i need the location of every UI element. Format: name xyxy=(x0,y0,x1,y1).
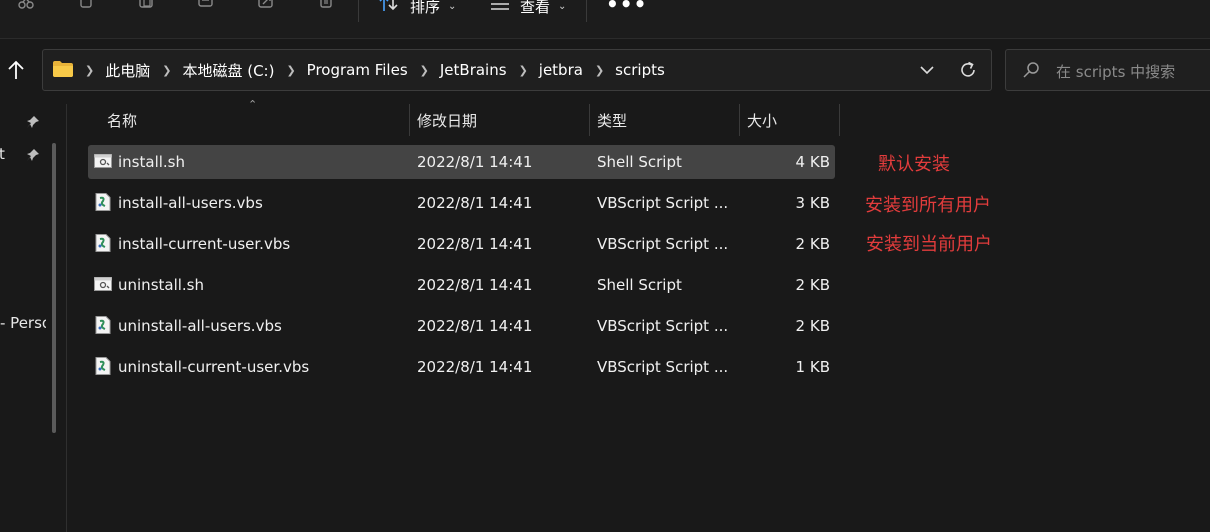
file-date: 2022/8/1 14:41 xyxy=(417,276,533,294)
file-name: uninstall-all-users.vbs xyxy=(118,317,282,335)
sort-label: 排序 xyxy=(410,0,441,16)
annotation-label: 安装到当前用户 xyxy=(866,234,992,255)
file-date: 2022/8/1 14:41 xyxy=(417,317,533,335)
file-row[interactable]: install-all-users.vbs 2022/8/1 14:41 VBScr… xyxy=(88,186,835,220)
file-size: 1 KB xyxy=(795,358,830,376)
file-row[interactable]: install.sh 2022/8/1 14:41 Shell Script 4 KB xyxy=(88,145,835,179)
pin-icon[interactable] xyxy=(26,147,40,166)
nav-scrollbar[interactable] xyxy=(52,143,56,433)
file-type: VBScript Script ... xyxy=(597,358,729,376)
pin-icon[interactable] xyxy=(26,114,40,133)
nav-item-partial[interactable]: t xyxy=(0,145,13,165)
column-header-name[interactable]: 名称 xyxy=(99,104,409,136)
refresh-icon[interactable] xyxy=(958,60,978,84)
shell-script-icon xyxy=(94,152,112,170)
paste-icon[interactable] xyxy=(134,0,158,16)
view-label: 查看 xyxy=(520,0,551,16)
file-size: 2 KB xyxy=(795,276,830,294)
file-type: Shell Script xyxy=(597,276,682,294)
copy-icon[interactable] xyxy=(74,0,98,16)
chevron-right-icon[interactable]: ❯ xyxy=(420,64,429,77)
up-arrow-icon[interactable] xyxy=(4,58,28,82)
vbscript-icon xyxy=(94,316,112,334)
file-name: uninstall-current-user.vbs xyxy=(118,358,310,376)
breadcrumb-item[interactable]: 此电脑 xyxy=(105,60,150,81)
file-type: VBScript Script ... xyxy=(597,235,729,253)
file-name: uninstall.sh xyxy=(118,276,205,294)
delete-icon[interactable] xyxy=(314,0,338,16)
file-date: 2022/8/1 14:41 xyxy=(417,235,533,253)
search-icon xyxy=(1022,61,1040,83)
toolbar-divider xyxy=(358,0,359,22)
breadcrumb-item[interactable]: scripts xyxy=(615,61,665,79)
file-name: install-current-user.vbs xyxy=(118,235,291,253)
file-name: install.sh xyxy=(118,153,185,171)
breadcrumb-item[interactable]: Program Files xyxy=(307,61,408,79)
file-type: VBScript Script ... xyxy=(597,194,729,212)
chevron-down-icon[interactable] xyxy=(919,62,935,82)
file-date: 2022/8/1 14:41 xyxy=(417,153,533,171)
file-size: 2 KB xyxy=(795,317,830,335)
nav-item-partial[interactable]: - Perso xyxy=(0,314,46,334)
file-type: VBScript Script ... xyxy=(597,317,729,335)
file-row[interactable]: uninstall-all-users.vbs 2022/8/1 14:41 VBS… xyxy=(88,309,835,343)
chevron-down-icon: ⌄ xyxy=(448,0,457,12)
search-box[interactable]: 在 scripts 中搜索 xyxy=(1005,49,1210,91)
column-header-date[interactable]: 修改日期 xyxy=(409,104,589,136)
file-row[interactable]: uninstall-current-user.vbs 2022/8/1 14:41… xyxy=(88,350,835,384)
file-type: Shell Script xyxy=(597,153,682,171)
search-placeholder: 在 scripts 中搜索 xyxy=(1056,63,1176,81)
chevron-right-icon[interactable]: ❯ xyxy=(519,64,528,77)
file-name: install-all-users.vbs xyxy=(118,194,263,212)
address-bar[interactable]: ❯ 此电脑 ❯ 本地磁盘 (C:) ❯ Program Files ❯ JetB… xyxy=(42,49,992,91)
file-row[interactable]: uninstall.sh 2022/8/1 14:41 Shell Script 2 … xyxy=(88,268,835,302)
chevron-right-icon[interactable]: ❯ xyxy=(162,64,171,77)
rename-icon[interactable] xyxy=(194,0,218,16)
toolbar-divider xyxy=(586,0,587,22)
view-button[interactable]: 查看 ⌄ xyxy=(490,0,566,16)
more-options-icon[interactable]: ••• xyxy=(606,0,647,16)
folder-icon xyxy=(53,61,73,81)
file-date: 2022/8/1 14:41 xyxy=(417,358,533,376)
breadcrumb-item[interactable]: jetbra xyxy=(539,61,583,79)
sort-icon xyxy=(378,0,400,17)
column-header-size[interactable]: 大小 xyxy=(739,104,839,136)
cut-icon[interactable] xyxy=(14,0,38,16)
chevron-right-icon[interactable]: ❯ xyxy=(286,64,295,77)
vbscript-icon xyxy=(94,193,112,211)
file-row[interactable]: install-current-user.vbs 2022/8/1 14:41 VB… xyxy=(88,227,835,261)
breadcrumb: ❯ 此电脑 ❯ 本地磁盘 (C:) ❯ Program Files ❯ JetB… xyxy=(85,50,665,90)
breadcrumb-item[interactable]: JetBrains xyxy=(440,61,507,79)
vbscript-icon xyxy=(94,357,112,375)
pane-divider xyxy=(66,104,67,532)
column-divider[interactable] xyxy=(839,104,840,136)
column-header-type[interactable]: 类型 xyxy=(589,104,739,136)
annotation-label: 安装到所有用户 xyxy=(865,195,991,216)
vbscript-icon xyxy=(94,234,112,252)
shell-script-icon xyxy=(94,275,112,293)
view-list-icon xyxy=(490,0,510,16)
chevron-right-icon[interactable]: ❯ xyxy=(595,64,604,77)
sort-button[interactable]: 排序 ⌄ xyxy=(378,0,456,16)
file-date: 2022/8/1 14:41 xyxy=(417,194,533,212)
command-bar: 排序 ⌄ 查看 ⌄ ••• xyxy=(0,0,1210,39)
share-icon[interactable] xyxy=(254,0,278,16)
annotation-label: 默认安装 xyxy=(878,154,950,175)
file-size: 2 KB xyxy=(795,235,830,253)
breadcrumb-item[interactable]: 本地磁盘 (C:) xyxy=(182,60,274,81)
chevron-down-icon: ⌄ xyxy=(558,0,567,12)
chevron-right-icon: ❯ xyxy=(85,63,95,77)
file-size: 4 KB xyxy=(795,153,830,171)
navigation-pane: t - Perso xyxy=(0,100,66,532)
file-size: 3 KB xyxy=(795,194,830,212)
